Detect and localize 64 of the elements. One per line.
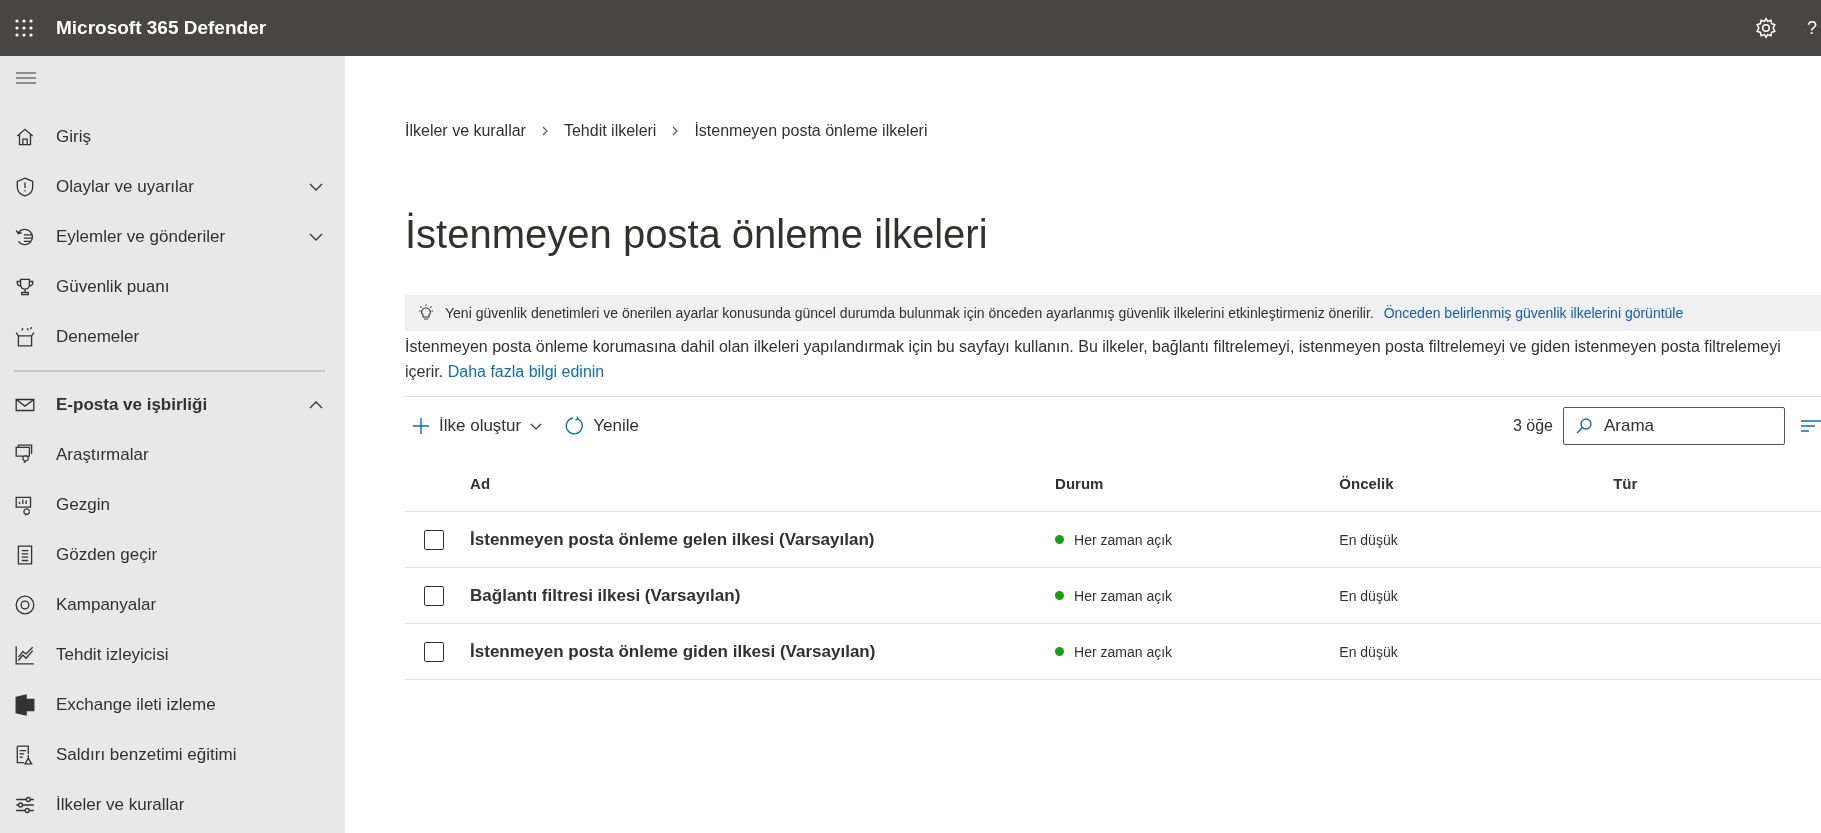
exchange-icon — [14, 694, 36, 716]
search-field[interactable]: Arama — [1563, 407, 1785, 445]
create-policy-button[interactable]: İlke oluştur — [405, 412, 550, 440]
status-text: Her zaman açık — [1074, 643, 1173, 660]
lightbulb-icon — [417, 304, 435, 322]
learn-more-link[interactable]: Daha fazla bilgi edinin — [447, 363, 605, 380]
page-description: İstenmeyen posta önleme korumasına dahil olan ilkeleri yapılandırmak için bu sayfayı kullanın. Bu ilkeler, bağlantı filtrelemeyi, istenmeyen posta filtrelemeyi ve giden istenmeyen posta filtrelemeyi içerir. Daha fazla bilgi edinin — [405, 337, 1782, 382]
breadcrumb-link[interactable]: İstenmeyen posta önleme ilkeleri — [694, 122, 928, 140]
filter-icon[interactable] — [1801, 419, 1821, 433]
sidebar-item[interactable]: Olaylar ve uyarılar — [0, 162, 345, 212]
help-button[interactable]: ? — [1807, 17, 1817, 39]
breadcrumb-link[interactable]: Tehdit ilkeleri — [563, 122, 657, 140]
line-chart-icon — [14, 644, 36, 666]
column-header[interactable]: Öncelik — [1339, 474, 1394, 492]
sidebar-item[interactable]: Giriş — [0, 112, 345, 162]
settings-icon[interactable] — [1755, 17, 1777, 39]
trophy-icon — [14, 276, 36, 298]
page-title: İstenmeyen posta önleme ilkeleri — [405, 212, 989, 257]
policy-name[interactable]: İstenmeyen posta önleme gelen ilkesi (Varsayılan) — [470, 529, 875, 549]
refresh-icon — [565, 416, 586, 436]
priority-text: En düşük — [1339, 531, 1398, 548]
row-checkbox[interactable] — [424, 529, 444, 550]
sidebar-item[interactable]: Saldırı benzetimi eğitimi — [0, 730, 345, 780]
sidebar-item[interactable]: İlkeler ve kurallar — [0, 780, 345, 830]
column-header[interactable]: Tür — [1613, 474, 1638, 492]
refresh-button[interactable]: Yenile — [559, 412, 645, 440]
sidebar-item[interactable]: Araştırmalar — [0, 430, 345, 480]
item-count: 3 öğe — [1512, 417, 1553, 435]
status-text: Her zaman açık — [1074, 587, 1173, 604]
sidebar-item[interactable]: Güvenlik puanı — [0, 262, 345, 312]
presets-link[interactable]: Önceden belirlenmiş güvenlik ilkelerini görüntüle — [1383, 305, 1684, 321]
home-icon — [14, 126, 36, 148]
menu-icon[interactable] — [14, 70, 38, 86]
info-message: Yeni güvenlik denetimleri ve önerilen ayarlar konusunda güncel durumda bulunmak için önceden ayarlanmış güvenlik ilkelerini etkinleştirmeniz önerilir. — [445, 305, 1374, 321]
app-title: Microsoft 365 Defender — [56, 17, 268, 39]
column-header[interactable]: Ad — [470, 474, 491, 492]
sidebar-item[interactable]: Exchange ileti izleme — [0, 680, 345, 730]
row-checkbox[interactable] — [424, 585, 444, 606]
plus-icon — [411, 416, 431, 436]
sidebar-item[interactable]: Gözden geçir — [0, 530, 345, 580]
box-sparkle-icon — [14, 326, 36, 348]
sidebar-item[interactable]: Eylemler ve gönderiler — [0, 212, 345, 262]
sliders-icon — [14, 794, 36, 816]
policy-name[interactable]: İstenmeyen posta önleme giden ilkesi (Varsayılan) — [470, 641, 876, 661]
sidebar-item[interactable]: Kampanyalar — [0, 580, 345, 630]
status-text: Her zaman açık — [1074, 531, 1173, 548]
status-dot — [1055, 647, 1065, 656]
status-dot — [1055, 591, 1065, 600]
sidebar-item[interactable]: Gezgin — [0, 480, 345, 530]
sidebar-item[interactable]: Denemeler — [0, 312, 345, 362]
priority-text: En düşük — [1339, 587, 1398, 604]
app-launcher-icon[interactable] — [14, 18, 34, 38]
sidebar-section[interactable]: E-posta ve işbirliği — [0, 380, 345, 430]
target-icon — [14, 594, 36, 616]
shield-icon — [14, 176, 36, 198]
policy-name[interactable]: Bağlantı filtresi ilkesi (Varsayılan) — [470, 585, 741, 605]
status-dot — [1055, 535, 1065, 544]
breadcrumb-link[interactable]: İlkeler ve kurallar — [405, 122, 526, 140]
priority-text: En düşük — [1339, 643, 1398, 660]
clock-list-icon — [14, 226, 36, 248]
column-header[interactable]: Durum — [1055, 474, 1104, 492]
sidebar-item[interactable]: Tehdit izleyicisi — [0, 630, 345, 680]
row-checkbox[interactable] — [424, 641, 444, 662]
search-icon — [1575, 417, 1593, 435]
